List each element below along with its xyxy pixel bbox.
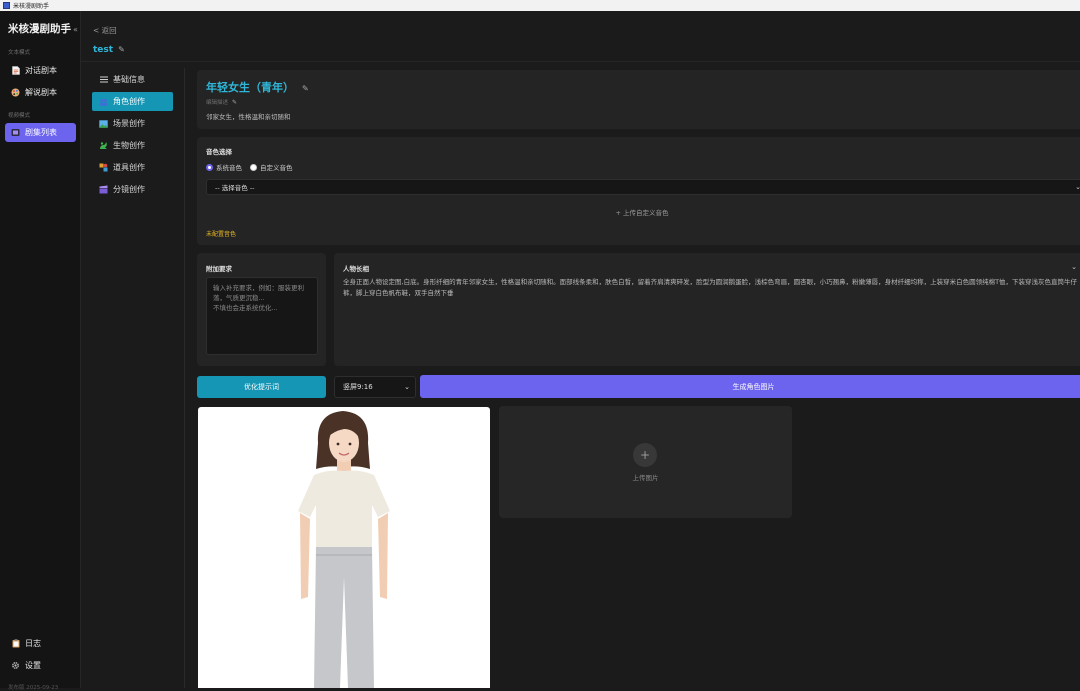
project-title-text: test — [93, 45, 114, 55]
character-card: 年轻女生（青年） ✎ 编辑描述 ✎ 邻家女生，性格温和亲切随和 — [197, 70, 1080, 129]
voice-select-value: -- 选择音色 -- — [215, 184, 255, 192]
brand: 米核漫剧助手 « — [8, 21, 78, 36]
subnav-label: 生物创作 — [113, 141, 145, 150]
edit-name-pencil-icon[interactable]: ✎ — [302, 84, 309, 93]
document-icon — [11, 66, 20, 75]
content-divider — [184, 68, 185, 688]
voice-type-radios: 系统音色 自定义音色 — [206, 162, 293, 172]
window-title: 米核漫剧助手 — [13, 3, 50, 10]
chevron-down-icon[interactable]: ⌄ — [1071, 263, 1077, 271]
sidebar-item-label: 剧集列表 — [25, 128, 57, 137]
voice-select[interactable]: -- 选择音色 -- ⌄ — [206, 179, 1080, 195]
radio-custom-voice-label[interactable]: 自定义音色 — [260, 162, 293, 172]
character-illustration — [298, 411, 390, 688]
collapse-sidebar-icon[interactable]: « — [73, 25, 78, 34]
app-icon — [3, 2, 10, 9]
character-looks-title: 人物长相 — [343, 265, 369, 273]
chevron-down-icon: ⌄ — [1075, 183, 1080, 191]
tab-storyboard-creation[interactable]: 分镜创作 — [92, 180, 173, 199]
extra-requirements-card: 附加要求 输入补充要求，例如：服装更利落，气质更沉稳... 不填也会走系统优化.… — [197, 253, 326, 366]
character-description: 邻家女生，性格温和亲切随和 — [206, 113, 291, 121]
header-divider — [81, 61, 1080, 62]
sidebar-item-label: 对话剧本 — [25, 66, 57, 75]
sidebar-item-label: 解说剧本 — [25, 88, 57, 97]
radio-system-voice-label[interactable]: 系统音色 — [216, 162, 242, 172]
character-name-text: 年轻女生（青年） — [206, 81, 294, 94]
brand-name: 米核漫剧助手 — [8, 23, 71, 35]
extra-requirements-title: 附加要求 — [206, 265, 232, 273]
creature-icon — [99, 141, 108, 150]
section-label-text: 文本模式 — [8, 50, 31, 56]
subnav-label: 道具创作 — [113, 163, 145, 172]
props-icon — [99, 163, 108, 172]
character-looks-text[interactable]: 全身正面人物设定图,白底。身形纤细的青年邻家女生，性格温和亲切随和。面部线条柔和… — [343, 277, 1079, 299]
aspect-ratio-select[interactable]: 竖屏9:16 ⌄ — [334, 376, 416, 398]
menu-icon — [99, 75, 108, 84]
voice-warning: 未配置音色 — [206, 231, 237, 238]
character-name: 年轻女生（青年） ✎ — [206, 79, 309, 95]
character-sub-label: 编辑描述 ✎ — [206, 98, 237, 106]
sidebar-item-label: 设置 — [25, 661, 41, 670]
upload-image-label: 上传图片 — [632, 474, 659, 482]
subnav-label: 基础信息 — [113, 75, 145, 84]
section-label-video: 视频模式 — [8, 113, 31, 119]
clipboard-icon — [11, 639, 20, 648]
tab-character-creation[interactable]: 角色创作 — [92, 92, 173, 111]
optimize-prompt-button[interactable]: 优化提示词 — [197, 376, 326, 398]
sidebar-item-settings[interactable]: 设置 — [5, 656, 76, 675]
landscape-icon — [99, 119, 108, 128]
edit-pencil-icon[interactable]: ✎ — [118, 45, 125, 54]
chevron-down-icon: ⌄ — [404, 383, 410, 391]
creation-subnav: 基础信息 角色创作 场景创作 生物创作 道具创作 分镜创作 — [92, 70, 173, 202]
gear-icon — [11, 661, 20, 670]
sidebar-item-label: 日志 — [25, 639, 41, 648]
back-link[interactable]: < 返回 — [93, 25, 117, 36]
aspect-ratio-value: 竖屏9:16 — [343, 383, 373, 391]
tab-creature-creation[interactable]: 生物创作 — [92, 136, 173, 155]
subnav-label: 场景创作 — [113, 119, 145, 128]
tab-basic-info[interactable]: 基础信息 — [92, 70, 173, 89]
radio-custom-voice[interactable] — [250, 163, 257, 171]
subnav-label: 分镜创作 — [113, 185, 145, 194]
sidebar-item-dialogue-script[interactable]: 对话剧本 — [5, 61, 76, 80]
sidebar-item-episode-list[interactable]: 剧集列表 — [5, 123, 76, 142]
extra-requirements-placeholder: 输入补充要求，例如：服装更利落，气质更沉稳... 不填也会走系统优化... — [213, 284, 304, 312]
edit-description-pencil-icon[interactable]: ✎ — [232, 99, 237, 106]
voice-title: 音色选择 — [206, 148, 232, 156]
generate-character-image-button[interactable]: 生成角色图片 — [420, 375, 1080, 398]
film-icon — [11, 128, 20, 137]
radio-system-voice[interactable] — [206, 163, 213, 171]
tab-prop-creation[interactable]: 道具创作 — [92, 158, 173, 177]
tab-scene-creation[interactable]: 场景创作 — [92, 114, 173, 133]
upload-image-area[interactable]: + 上传图片 — [499, 406, 792, 518]
plus-icon[interactable]: + — [633, 443, 657, 467]
palette-icon — [11, 88, 20, 97]
people-icon — [99, 97, 108, 106]
project-title: test ✎ — [93, 45, 125, 55]
upload-custom-voice-button[interactable]: + 上传自定义音色 — [197, 207, 1080, 217]
sidebar: 米核漫剧助手 « 文本模式 对话剧本 解说剧本 视频模式 剧集列表 日志 设置 发… — [0, 11, 81, 691]
sidebar-item-narration-script[interactable]: 解说剧本 — [5, 83, 76, 102]
character-sub-label-text: 编辑描述 — [206, 100, 229, 106]
generated-character-image[interactable] — [198, 407, 490, 688]
sidebar-item-logs[interactable]: 日志 — [5, 634, 76, 653]
extra-requirements-input[interactable]: 输入补充要求，例如：服装更利落，气质更沉稳... 不填也会走系统优化... — [206, 277, 318, 355]
subnav-label: 角色创作 — [113, 97, 145, 106]
window-titlebar: 米核漫剧助手 — [0, 0, 1080, 11]
clapper-icon — [99, 185, 108, 194]
voice-card: 音色选择 系统音色 自定义音色 -- 选择音色 -- ⌄ + 上传自定义音色 未… — [197, 137, 1080, 245]
version-text: 发布版 2025-09-23 — [8, 685, 59, 691]
character-looks-card: 人物长相 ⌄ 全身正面人物设定图,白底。身形纤细的青年邻家女生，性格温和亲切随和… — [334, 253, 1080, 366]
